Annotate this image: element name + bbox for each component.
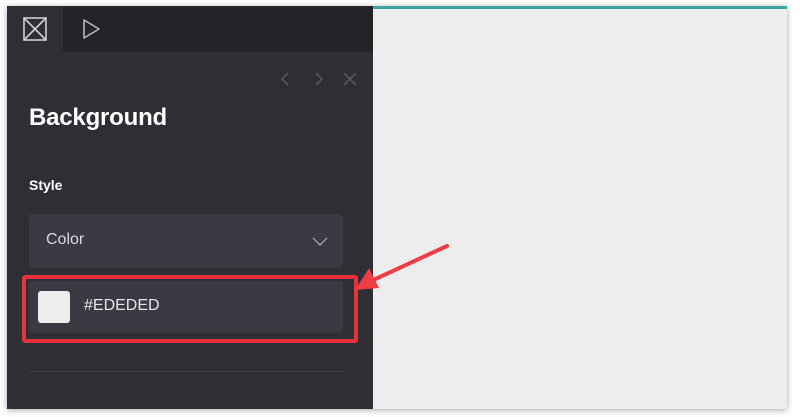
chevron-left-icon	[280, 72, 289, 86]
panel-nav	[273, 66, 363, 92]
canvas-area[interactable]	[373, 6, 787, 409]
close-icon	[343, 72, 357, 86]
previous-button[interactable]	[273, 66, 299, 92]
play-icon	[83, 19, 100, 39]
close-button[interactable]	[337, 66, 363, 92]
style-select[interactable]: Color	[29, 214, 343, 268]
divider	[29, 371, 345, 372]
style-select-value: Color	[46, 231, 85, 248]
panel-title: Background	[29, 104, 168, 131]
background-panel: Background Style Color #EDEDED	[7, 52, 373, 409]
color-swatch[interactable]	[38, 291, 70, 323]
color-field[interactable]: #EDEDED	[29, 281, 343, 333]
preview-tab[interactable]	[63, 6, 119, 52]
color-value: #EDEDED	[84, 297, 160, 314]
canvas-accent-bar	[373, 6, 787, 9]
chevron-right-icon	[315, 72, 324, 86]
chevron-down-icon	[312, 237, 328, 247]
app-window: Background Style Color #EDEDED	[7, 6, 787, 409]
toolbar	[7, 6, 373, 52]
frame-icon	[23, 17, 47, 41]
style-label: Style	[29, 177, 63, 193]
frame-tab[interactable]	[7, 6, 63, 52]
next-button[interactable]	[305, 66, 331, 92]
